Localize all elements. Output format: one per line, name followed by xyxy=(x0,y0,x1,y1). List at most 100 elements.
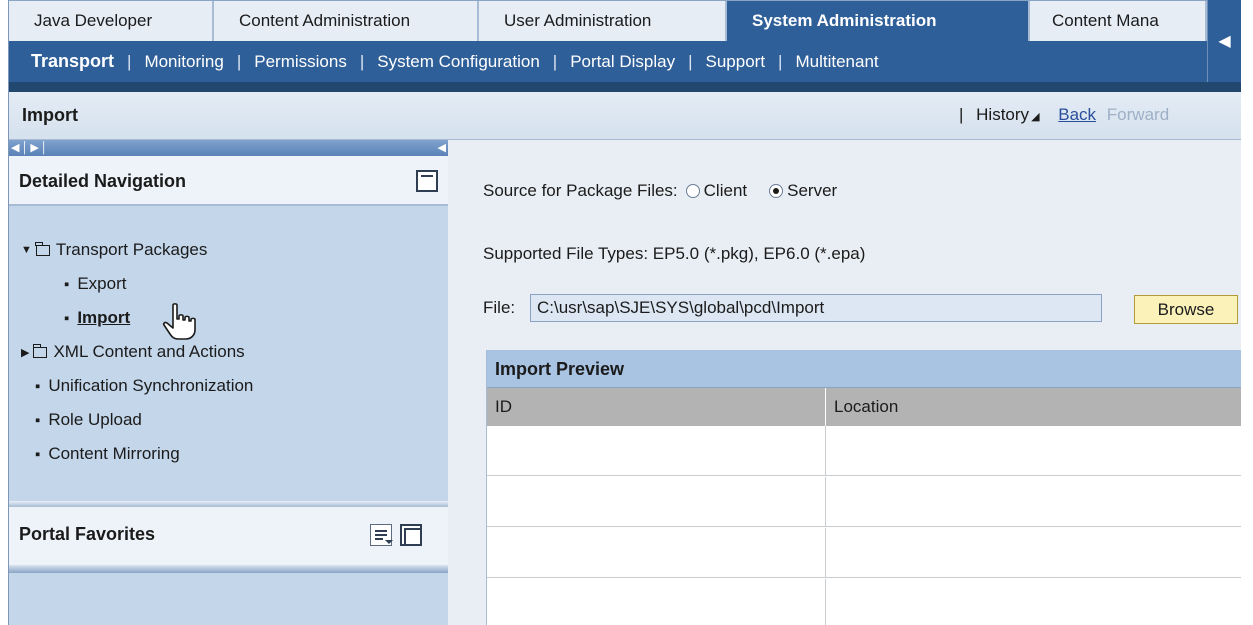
detailed-navigation-header: Detailed Navigation xyxy=(9,156,448,206)
collapse-left-icon[interactable]: ◀ xyxy=(438,140,446,156)
subnav-monitoring[interactable]: Monitoring xyxy=(144,52,223,72)
subnav-transport[interactable]: Transport xyxy=(31,51,114,72)
subnav-permissions[interactable]: Permissions xyxy=(254,52,347,72)
second-level-navigation: Transport | Monitoring | Permissions | S… xyxy=(9,41,1207,82)
bullet-icon: ▪ xyxy=(35,445,41,463)
table-cell-location xyxy=(826,579,1242,625)
caret-left-icon: ◀ xyxy=(1218,33,1231,50)
tab-label: Content Mana xyxy=(1052,11,1159,30)
tree-item-label: Transport Packages xyxy=(55,240,208,259)
tab-content-administration[interactable]: Content Administration xyxy=(214,1,479,41)
column-header-label: ID xyxy=(495,397,512,416)
hand-pointer-icon xyxy=(162,303,196,340)
window-right-margin xyxy=(1241,0,1253,625)
import-preview-header: Import Preview xyxy=(487,350,1242,388)
tree-item-label: Role Upload xyxy=(48,410,142,429)
folder-icon xyxy=(32,343,48,358)
import-preview-table: Import Preview ID Location xyxy=(486,350,1242,625)
tree-item-label: Content Mirroring xyxy=(48,444,180,463)
bullet-icon: ▪ xyxy=(35,377,41,395)
tab-scroll-left-button[interactable]: ◀ xyxy=(1207,0,1241,82)
server-radio[interactable] xyxy=(769,184,784,198)
history-label: History xyxy=(976,105,1030,124)
tab-system-administration[interactable]: System Administration xyxy=(727,1,1030,41)
file-label: File: xyxy=(483,298,516,317)
tab-label: Java Developer xyxy=(34,11,153,30)
column-header-id[interactable]: ID xyxy=(487,388,826,426)
table-cell-location xyxy=(826,477,1242,527)
subnav-separator: | xyxy=(127,51,132,71)
tab-label: User Administration xyxy=(504,11,652,30)
supported-types-row: Supported File Types: EP5.0 (*.pkg), EP6… xyxy=(483,244,865,264)
tree-item-transport-packages[interactable]: ▼ Transport Packages xyxy=(21,240,207,260)
server-radio-label[interactable]: Server xyxy=(787,181,837,201)
collapse-arrows-icon[interactable]: ◀│▶│ xyxy=(11,140,50,156)
tree-item-unification-synchronization[interactable]: ▪ Unification Synchronization xyxy=(35,376,253,396)
tree-item-label: Import xyxy=(77,308,131,327)
tree-item-label: XML Content and Actions xyxy=(53,342,245,361)
tab-user-administration[interactable]: User Administration xyxy=(479,1,727,41)
favorites-bottom-border xyxy=(9,565,448,573)
table-row[interactable] xyxy=(487,528,1242,578)
navigation-bottom-strip xyxy=(9,82,1241,92)
table-cell-location xyxy=(826,426,1242,476)
tree-item-label: Export xyxy=(77,274,127,293)
package-source-row: Source for Package Files: Client Server xyxy=(483,181,851,201)
subnav-separator: | xyxy=(236,51,242,71)
panel-collapse-strip[interactable]: ◀│▶│ ◀ xyxy=(9,140,448,156)
subnav-support[interactable]: Support xyxy=(706,52,766,72)
dropdown-triangle-icon: ◢ xyxy=(1031,111,1040,123)
subnav-separator: | xyxy=(359,51,365,71)
folder-icon xyxy=(35,241,50,256)
table-cell-id xyxy=(487,528,826,578)
import-preview-title: Import Preview xyxy=(495,359,625,379)
tree-item-export[interactable]: ▪ Export xyxy=(64,274,126,294)
table-row[interactable] xyxy=(487,579,1242,625)
tree-item-role-upload[interactable]: ▪ Role Upload xyxy=(35,410,142,430)
tab-java-developer[interactable]: Java Developer xyxy=(9,1,214,41)
tree-item-content-mirroring[interactable]: ▪ Content Mirroring xyxy=(35,444,180,464)
tree-item-import[interactable]: ▪ Import xyxy=(64,308,130,328)
table-cell-location xyxy=(826,528,1242,578)
minimize-icon[interactable] xyxy=(416,170,438,192)
page-title-bar: Import | History ◢ Back Forward xyxy=(9,92,1241,140)
browse-button-label: Browse xyxy=(1157,299,1215,319)
client-radio-label[interactable]: Client xyxy=(704,181,747,201)
supported-file-types: Supported File Types: EP5.0 (*.pkg), EP6… xyxy=(483,244,866,263)
main-content: Source for Package Files: Client Server … xyxy=(448,140,1242,625)
history-menu[interactable]: History ◢ xyxy=(976,105,1039,124)
bullet-icon: ▪ xyxy=(64,275,70,293)
portal-favorites-header: Portal Favorites xyxy=(9,507,448,565)
subnav-multitenant[interactable]: Multitenant xyxy=(795,52,878,72)
column-header-location[interactable]: Location xyxy=(826,388,1242,426)
tab-label: System Administration xyxy=(752,11,937,30)
subnav-separator: | xyxy=(688,51,693,71)
bullet-icon: ▪ xyxy=(64,309,70,327)
browse-button[interactable]: Browse xyxy=(1134,295,1238,324)
tree-item-xml-content[interactable]: ▶ XML Content and Actions xyxy=(21,342,245,362)
table-row[interactable] xyxy=(487,426,1242,476)
source-label: Source for Package Files: xyxy=(483,181,678,200)
options-menu-icon[interactable] xyxy=(370,524,393,546)
table-cell-id xyxy=(487,477,826,527)
subnav-system-configuration[interactable]: System Configuration xyxy=(377,52,540,72)
top-level-navigation: Java Developer Content Administration Us… xyxy=(9,0,1241,41)
subnav-separator: | xyxy=(778,51,783,71)
maximize-icon[interactable] xyxy=(400,524,422,546)
tab-content-management[interactable]: Content Mana xyxy=(1030,1,1207,41)
detailed-navigation-title: Detailed Navigation xyxy=(19,171,187,191)
page-title: Import xyxy=(22,105,78,125)
forward-link[interactable]: Forward xyxy=(1107,105,1169,124)
client-radio[interactable] xyxy=(685,184,700,198)
collapsed-triangle-icon[interactable]: ▶ xyxy=(21,346,29,359)
table-cell-id xyxy=(487,579,826,625)
table-row[interactable] xyxy=(487,477,1242,527)
history-separator: | xyxy=(959,105,964,124)
subnav-portal-display[interactable]: Portal Display xyxy=(570,52,675,72)
file-path-input[interactable] xyxy=(530,294,1102,322)
back-link[interactable]: Back xyxy=(1058,105,1096,124)
navigation-panel: ◀│▶│ ◀ Detailed Navigation ▼ Transport P… xyxy=(9,140,448,625)
expanded-triangle-icon[interactable]: ▼ xyxy=(21,244,32,256)
portal-favorites-title: Portal Favorites xyxy=(19,524,156,544)
tree-item-label: Unification Synchronization xyxy=(48,376,254,395)
